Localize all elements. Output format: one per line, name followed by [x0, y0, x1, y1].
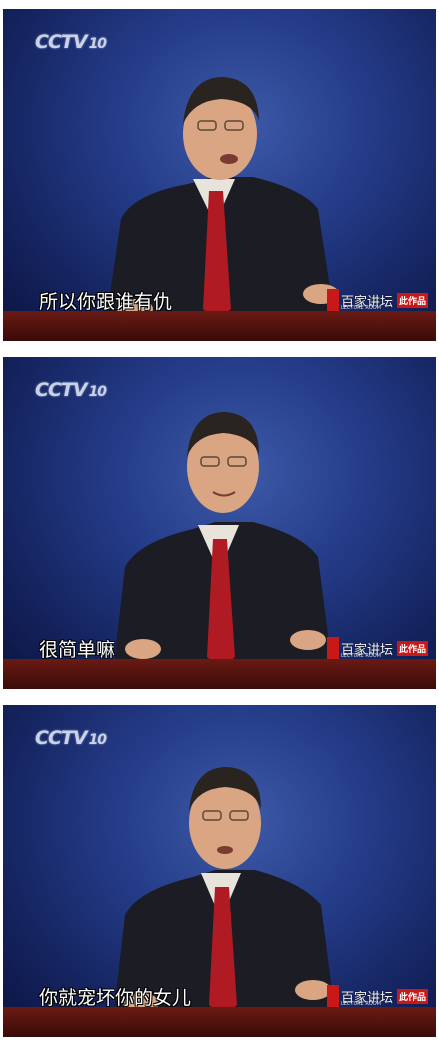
- video-frame-3: CCTV 10 你就宠坏你的女儿 百家讲坛 LECTURE ROOM 此作品: [3, 705, 436, 1037]
- video-frame-1: CCTV 10 所以你跟谁有仇 百家讲坛 LECTURE ROOM 此作品: [3, 9, 436, 341]
- lecture-room-brand: 百家讲坛 LECTURE ROOM 此作品: [326, 289, 428, 311]
- subtitle-text: 很简单嘛: [39, 639, 116, 661]
- subtitle-text: 所以你跟谁有仇: [39, 291, 173, 313]
- subtitle-text: 你就宠坏你的女儿: [39, 987, 192, 1009]
- desk: [3, 659, 436, 689]
- lecture-room-brand: 百家讲坛 LECTURE ROOM 此作品: [326, 637, 428, 659]
- brand-red-block: [326, 985, 339, 1007]
- desk: [3, 1007, 436, 1037]
- video-frame-2: CCTV 10 很简单嘛 百家讲坛 LECTURE ROOM 此作品: [3, 357, 436, 689]
- brand-red-block: [326, 637, 339, 659]
- desk: [3, 311, 436, 341]
- lecture-room-brand: 百家讲坛 LECTURE ROOM 此作品: [326, 985, 428, 1007]
- brand-red-block: [326, 289, 339, 311]
